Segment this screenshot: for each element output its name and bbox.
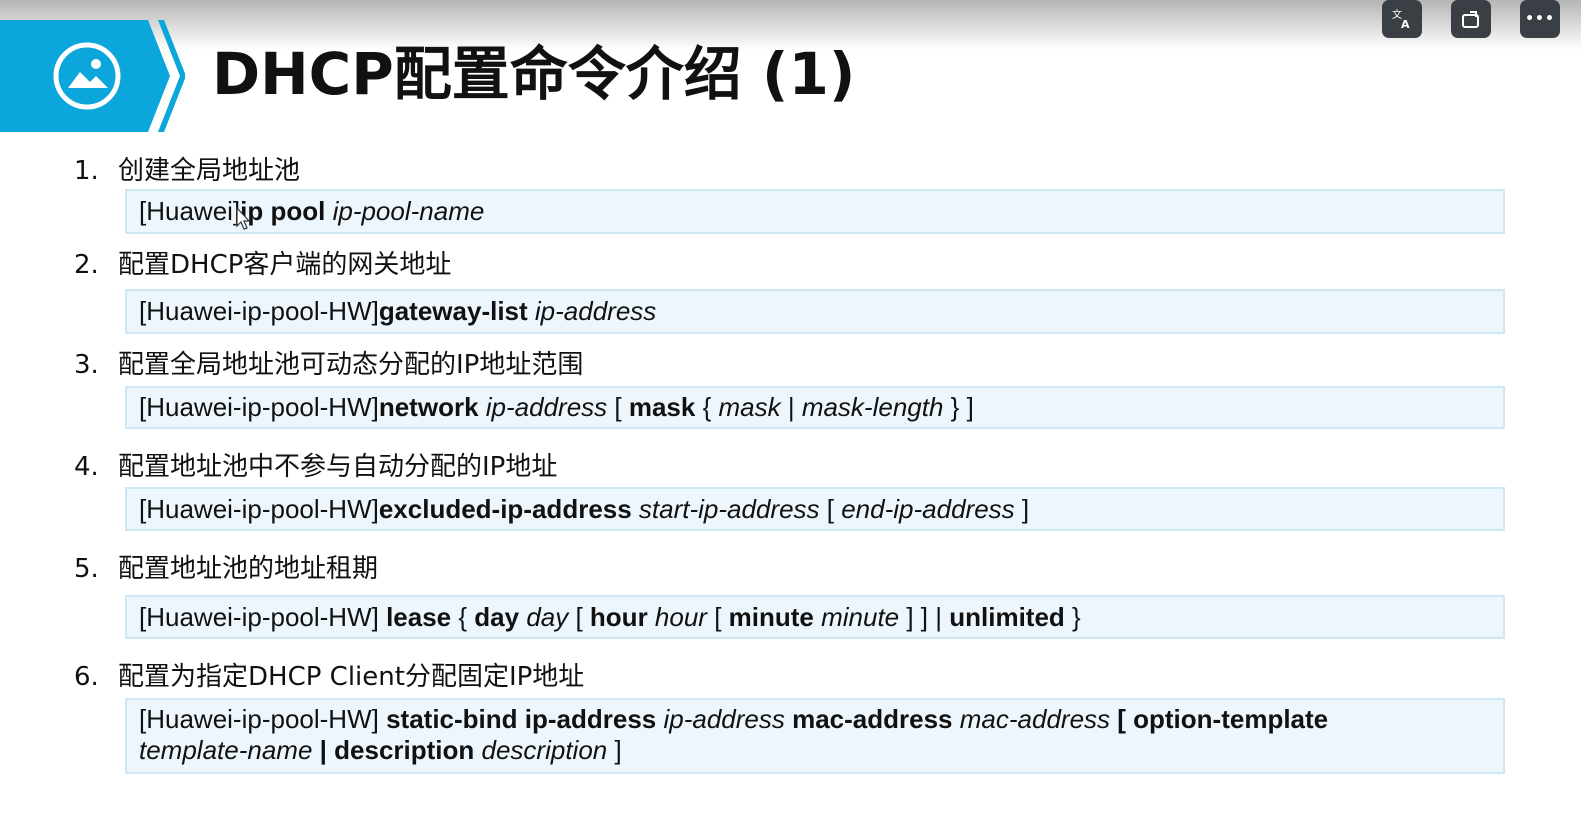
- command-parameter: ip-address: [663, 704, 785, 734]
- item-title: 配置DHCP客户端的网关地址: [118, 250, 452, 280]
- command-keyword: |: [312, 735, 335, 765]
- command-keyword: minute: [728, 602, 822, 632]
- command-text: } ]: [943, 392, 974, 422]
- item-title: 配置全局地址池可动态分配的IP地址范围: [118, 350, 584, 380]
- command-text: [: [607, 392, 629, 422]
- command-parameter: day: [526, 602, 569, 632]
- command-syntax-box: [Huawei-ip-pool-HW]excluded-ip-address s…: [125, 487, 1505, 531]
- command-parameter: mask-length: [801, 392, 944, 422]
- window-rotate-icon: [1462, 11, 1479, 28]
- command-parameter: ip-address: [485, 392, 608, 422]
- page-title: DHCP配置命令介绍 (1): [212, 40, 856, 108]
- item-number: 2.: [74, 250, 99, 280]
- command-text: [Huawei-ip-pool-HW]: [139, 704, 387, 734]
- item-number: 5.: [74, 554, 99, 584]
- command-keyword: ip pool: [240, 196, 333, 226]
- rotate-window-button[interactable]: [1451, 0, 1491, 38]
- command-text: ]: [1014, 494, 1030, 524]
- list-item-label: 4. 配置地址池中不参与自动分配的IP地址: [74, 446, 557, 483]
- list-item-label: 1. 创建全局地址池: [74, 150, 300, 187]
- item-title: 配置为指定DHCP Client分配固定IP地址: [118, 662, 585, 692]
- command-parameter: end-ip-address: [841, 494, 1015, 524]
- more-button[interactable]: •••: [1520, 0, 1560, 38]
- command-keyword: excluded-ip-address: [378, 494, 639, 524]
- more-icon: •••: [1525, 11, 1555, 27]
- command-text: [Huawei-ip-pool-HW]: [139, 296, 379, 326]
- item-number: 4.: [74, 452, 99, 482]
- title-banner: [0, 20, 185, 132]
- command-text: {: [695, 392, 719, 422]
- command-parameter: minute: [821, 602, 900, 632]
- command-parameter: hour: [654, 602, 707, 632]
- command-syntax-box: [Huawei-ip-pool-HW]gateway-list ip-addre…: [125, 289, 1505, 334]
- command-parameter: template-name: [139, 735, 313, 765]
- command-syntax-box: [Huawei-ip-pool-HW] static-bind ip-addre…: [125, 698, 1505, 774]
- command-syntax-box: [Huawei-ip-pool-HW] lease { day day [ ho…: [125, 595, 1505, 639]
- command-parameter: ip-pool-name: [332, 196, 485, 226]
- list-item-label: 5. 配置地址池的地址租期: [74, 548, 378, 585]
- translate-button[interactable]: 文 A: [1382, 0, 1422, 38]
- item-number: 6.: [74, 662, 99, 692]
- list-item-label: 2. 配置DHCP客户端的网关地址: [74, 244, 451, 281]
- command-keyword: lease: [386, 602, 452, 632]
- command-parameter: mask: [718, 392, 781, 422]
- command-text: ] ] |: [899, 602, 950, 632]
- command-syntax-box: [Huawei]ip pool ip-pool-name: [125, 189, 1505, 234]
- command-parameter: mac-address: [959, 704, 1111, 734]
- command-keyword: day: [474, 602, 527, 632]
- command-keyword: static-bind ip-address: [386, 704, 664, 734]
- command-keyword: mac-address: [784, 704, 960, 734]
- list-item-label: 3. 配置全局地址池可动态分配的IP地址范围: [74, 344, 583, 381]
- svg-text:A: A: [1401, 18, 1410, 30]
- command-text: [Huawei-ip-pool-HW]: [139, 392, 379, 422]
- command-keyword: unlimited: [949, 602, 1065, 632]
- command-keyword: [ option-template: [1110, 704, 1329, 734]
- translate-icon: 文 A: [1392, 8, 1410, 30]
- command-keyword: network: [378, 392, 486, 422]
- command-text: |: [780, 392, 802, 422]
- command-keyword: gateway-list: [378, 296, 535, 326]
- command-parameter: start-ip-address: [638, 494, 820, 524]
- command-text: {: [451, 602, 475, 632]
- item-title: 创建全局地址池: [118, 156, 301, 186]
- command-text: [Huawei-ip-pool-HW]: [139, 602, 387, 632]
- command-keyword: mask: [628, 392, 696, 422]
- command-text: [: [706, 602, 729, 632]
- command-text: ]: [607, 735, 622, 765]
- command-text: [: [568, 602, 590, 632]
- command-text: [Huawei]: [139, 196, 241, 226]
- command-parameter: description: [481, 735, 608, 765]
- command-syntax-box: [Huawei-ip-pool-HW]network ip-address [ …: [125, 386, 1505, 429]
- command-text: [: [819, 494, 842, 524]
- command-text: [Huawei-ip-pool-HW]: [139, 494, 379, 524]
- command-parameter: ip-address: [534, 296, 657, 326]
- command-keyword: description: [334, 735, 482, 765]
- command-text: }: [1064, 602, 1081, 632]
- list-item-label: 6. 配置为指定DHCP Client分配固定IP地址: [74, 656, 584, 693]
- item-number: 3.: [74, 350, 99, 380]
- command-keyword: hour: [589, 602, 655, 632]
- item-number: 1.: [74, 156, 99, 186]
- mouse-cursor-icon: [236, 207, 250, 230]
- item-title: 配置地址池中不参与自动分配的IP地址: [118, 452, 558, 482]
- item-title: 配置地址池的地址租期: [118, 554, 379, 584]
